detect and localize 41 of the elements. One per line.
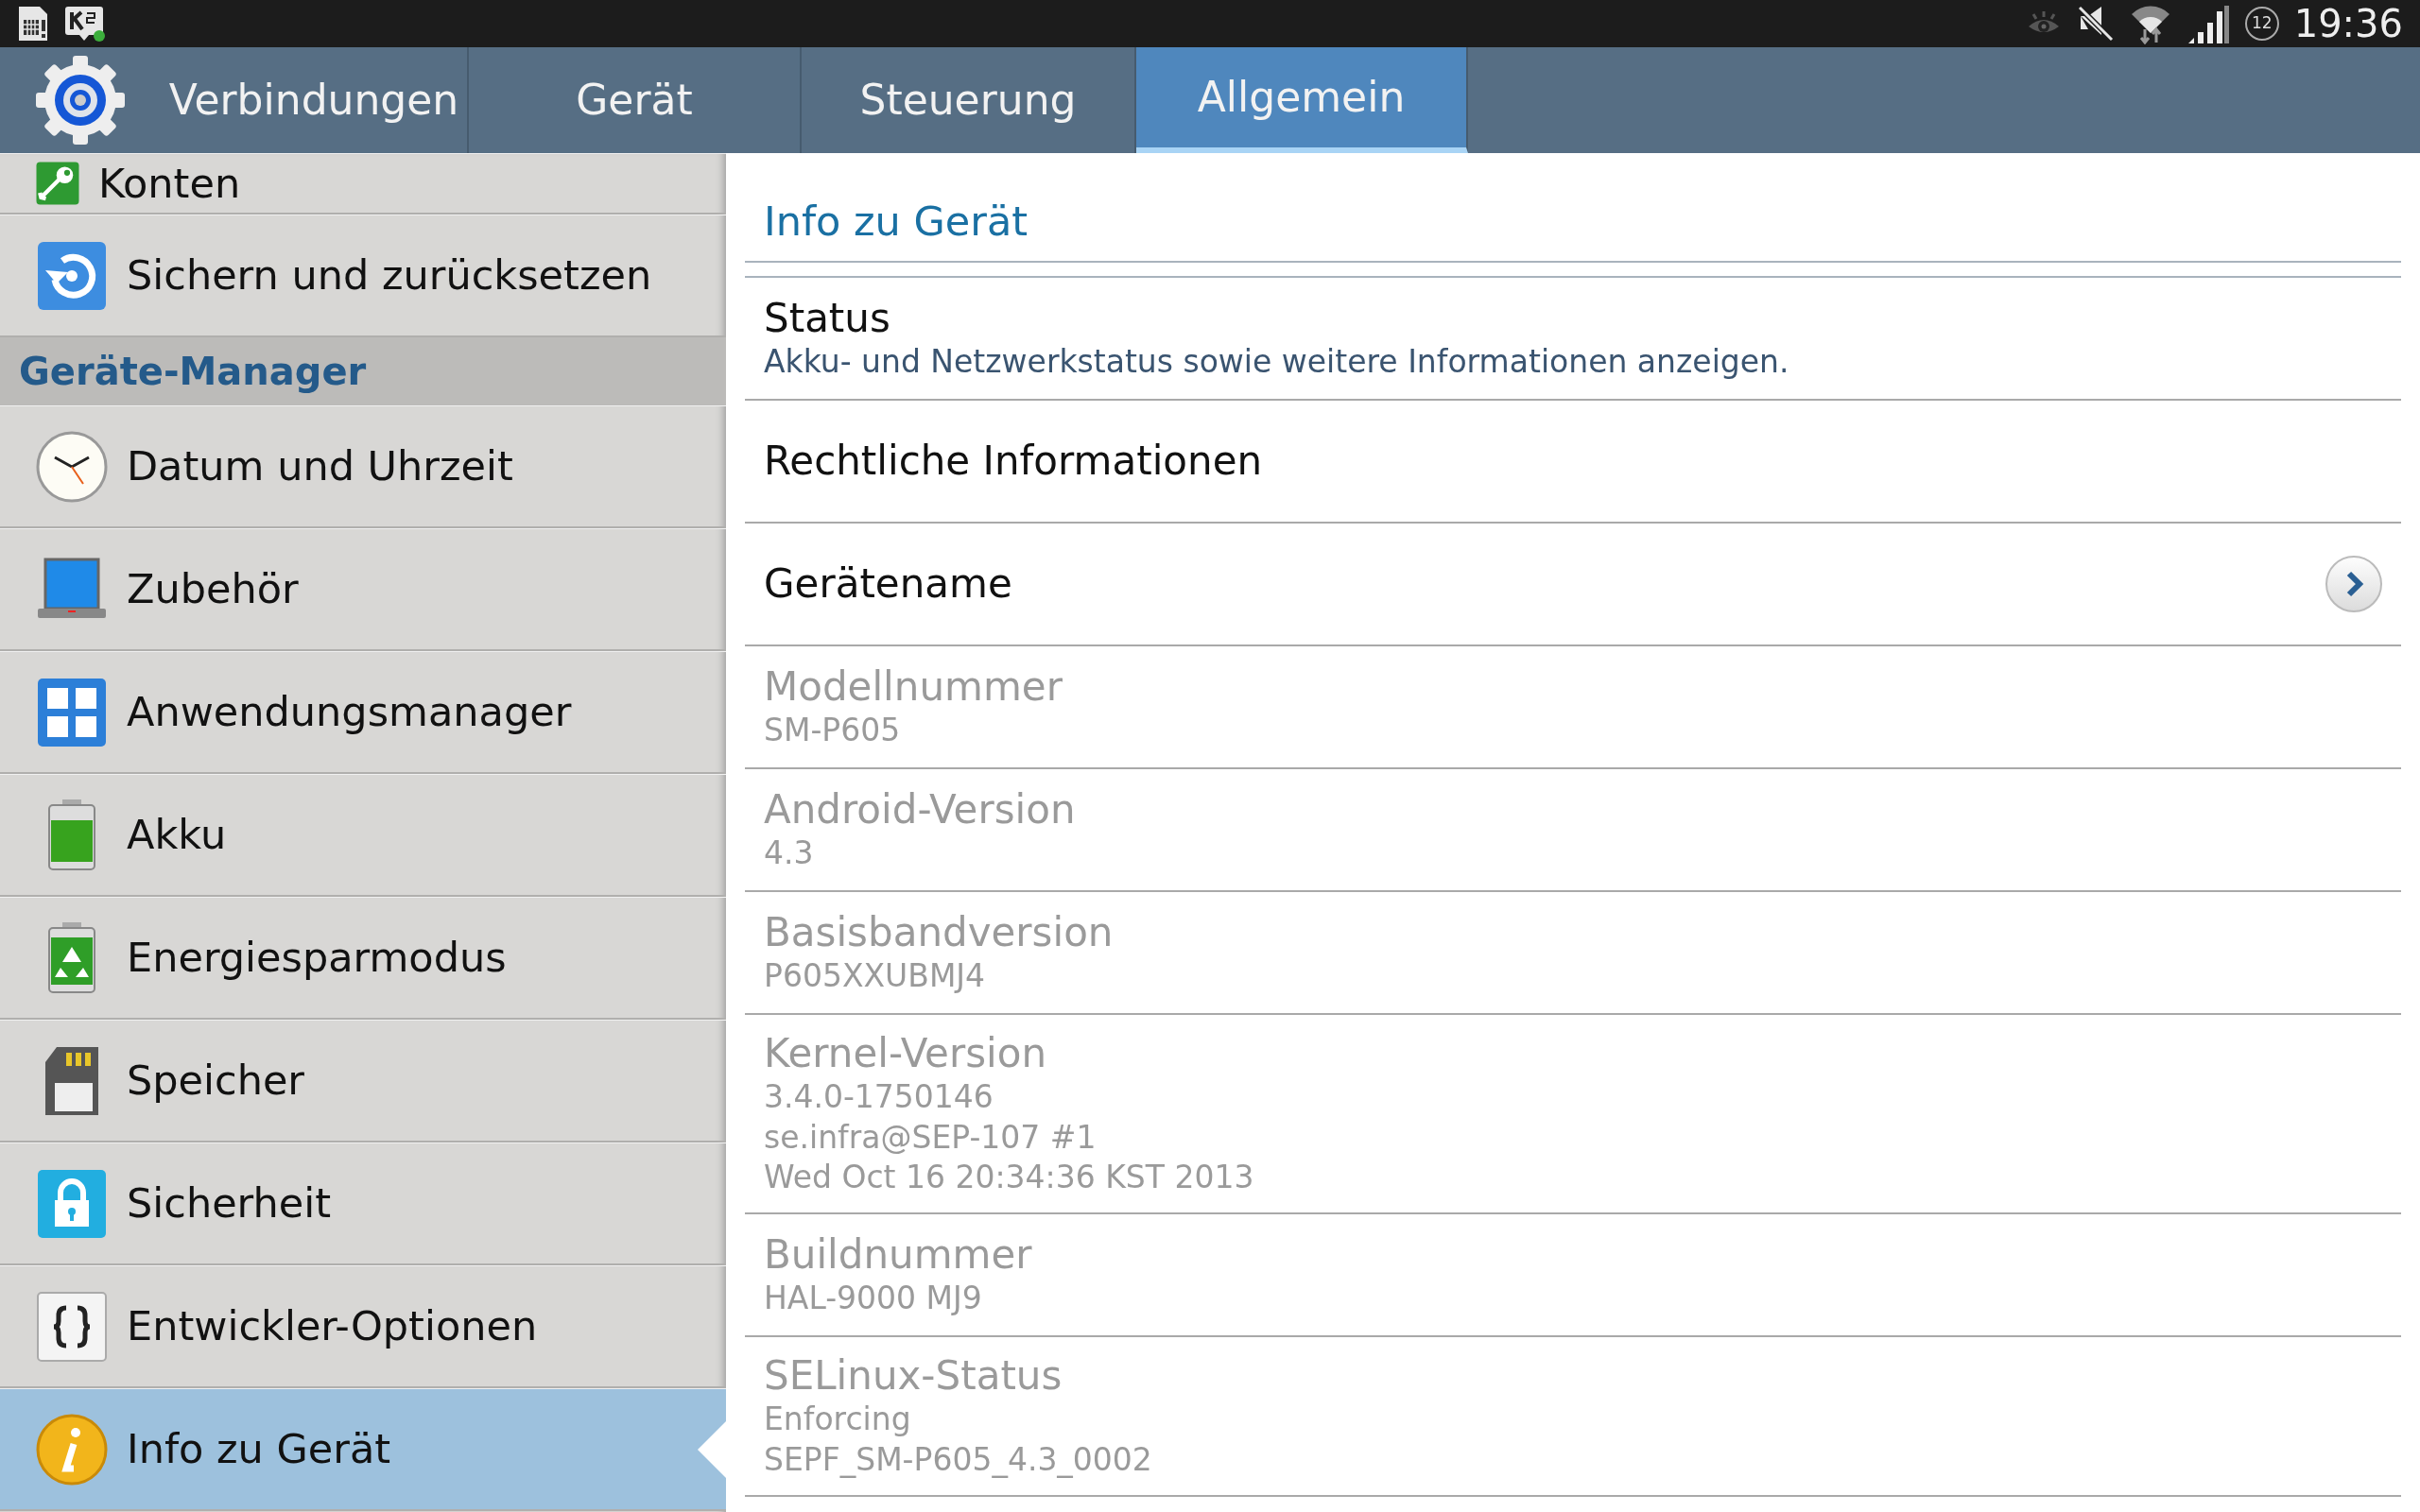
settings-row[interactable]: Status Akku- und Netzwerkstatus sowie weitere Informationen anzeigen. [745, 278, 2401, 401]
notification-count: 12 [2244, 7, 2279, 41]
selection-pointer [698, 1420, 726, 1478]
row-detail: 4.3 [764, 833, 815, 874]
gear-icon [33, 53, 128, 147]
row-detail: SM-P605 [764, 711, 902, 751]
row-title: Gerätename [764, 559, 1013, 609]
sidebar-item[interactable]: Energiesparmodus [0, 897, 726, 1020]
row-detail: Enforcing [764, 1400, 912, 1440]
row-detail: P605XXUBMJ4 [764, 956, 987, 997]
row-detail: se.infra@SEP-107 #1 [764, 1117, 1098, 1158]
sidebar-item[interactable]: Akku [0, 774, 726, 897]
settings-row[interactable]: Gerätename [745, 524, 2401, 646]
row-detail: Wed Oct 16 20:34:36 KST 2013 [764, 1157, 1255, 1197]
clock-time: 19:36 [2293, 5, 2403, 43]
section-title: Info zu Gerät [745, 153, 2401, 263]
row-title: Android-Version [764, 785, 1077, 834]
sidebar-item[interactable]: Datum und Uhrzeit [0, 405, 726, 528]
row-detail: SEPF_SM-P605_4.3_0002 [764, 1439, 1153, 1480]
row-detail: HAL-9000 MJ9 [764, 1279, 983, 1319]
row-title: Rechtliche Informationen [764, 437, 1264, 486]
sidebar-item[interactable]: Konten [0, 153, 726, 215]
sidebar-item[interactable]: Zubehör [0, 528, 726, 651]
sidebar-item[interactable]: Speicher [0, 1020, 726, 1143]
mute-icon [2076, 5, 2115, 43]
sidebar-item[interactable]: Anwendungsmanager [0, 651, 726, 774]
chevron-button[interactable] [2325, 556, 2382, 612]
row-title: Buildnummer [764, 1230, 1033, 1280]
row-title: SELinux-Status [764, 1352, 1063, 1400]
settings-row[interactable]: Rechtliche Informationen [745, 401, 2401, 524]
sim-card-alert-icon [17, 5, 49, 43]
sidebar-item[interactable]: Info zu Gerät [0, 1388, 726, 1511]
row-detail: Akku- und Netzwerkstatus sowie weitere Informationen anzeigen. [764, 342, 1790, 383]
keyboard-notification-icon [64, 5, 106, 43]
row-title: Basisbandversion [764, 908, 1115, 957]
row-title: Status [764, 294, 891, 343]
section-header: Geräte-Manager [0, 337, 726, 405]
row-title: Kernel-Version [764, 1030, 1048, 1078]
sidebar-item[interactable]: Sicherheit [0, 1143, 726, 1265]
row-title: Modellnummer [764, 662, 1063, 712]
row-detail: 3.4.0-1750146 [764, 1077, 994, 1118]
